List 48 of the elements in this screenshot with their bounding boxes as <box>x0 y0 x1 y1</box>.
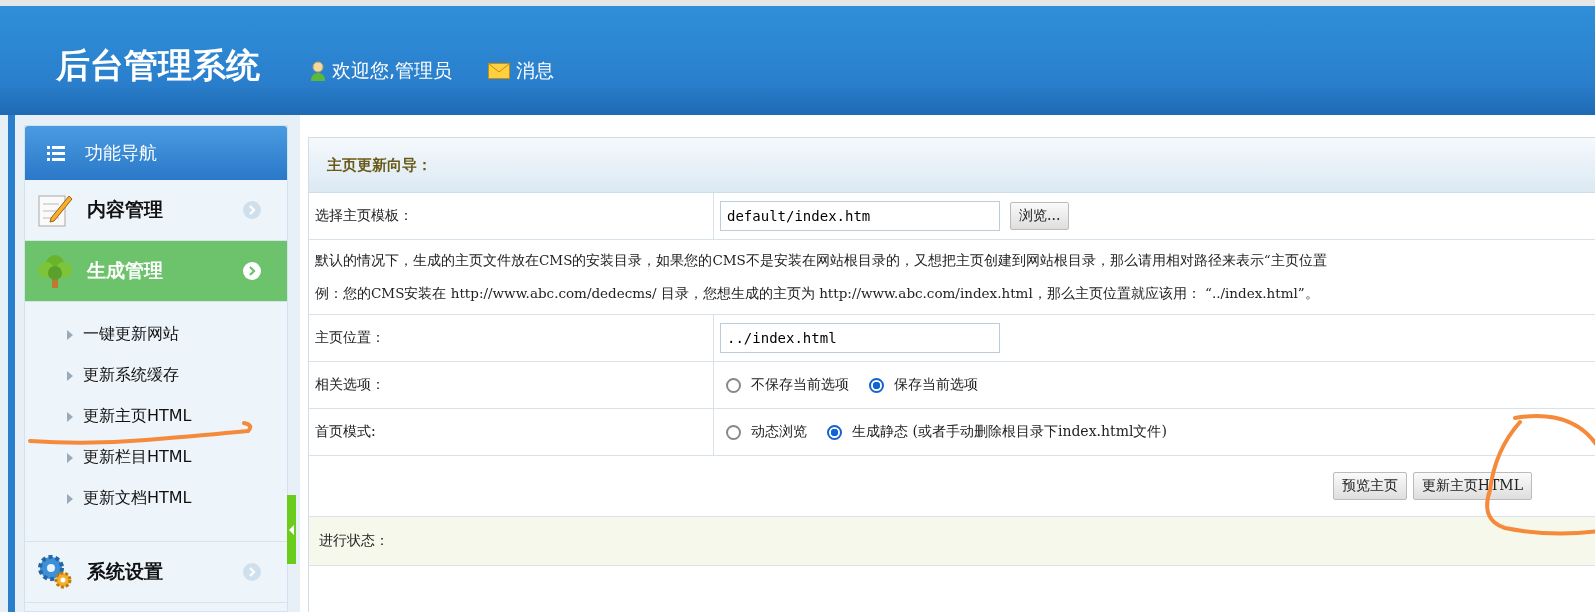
site-title: 后台管理系统 <box>56 43 260 87</box>
radio-option[interactable]: 不保存当前选项 <box>726 376 849 394</box>
messages-link[interactable]: 消息 <box>488 57 555 84</box>
chevron-right-icon <box>243 563 261 581</box>
section-label: 内容管理 <box>87 197 164 222</box>
section-label: 系统设置 <box>87 559 164 584</box>
radio-button[interactable] <box>827 424 842 440</box>
triangle-right-icon <box>67 452 73 463</box>
input-field[interactable]: ../index.html <box>720 323 1000 353</box>
nav-title: 功能导航 <box>85 141 157 165</box>
triangle-right-icon <box>67 411 73 422</box>
sidebar-link[interactable]: 更新系统缓存 <box>67 355 179 396</box>
tree-icon <box>37 253 73 289</box>
sidebar-section[interactable]: 系统设置 <box>25 542 287 603</box>
field-label: 首页模式: <box>309 409 714 455</box>
chevron-right-icon <box>243 201 261 219</box>
welcome-link[interactable]: 欢迎您,管理员 <box>310 57 453 84</box>
panel-title: 主页更新向导： <box>309 138 1595 193</box>
user-icon <box>310 60 326 81</box>
help-text: 默认的情况下，生成的主页文件放在CMS的安装目录，如果您的CMS不是安装在网站根目录的，又想把主页创建到网站根目录，那么请用相对路径来表示“主页位置 <box>315 251 1328 270</box>
field-label: 相关选项： <box>309 362 714 408</box>
input-field[interactable]: default/index.htm <box>720 201 1000 231</box>
status-label: 进行状态： <box>319 532 389 550</box>
triangle-right-icon <box>67 493 73 504</box>
sidebar-link[interactable]: 更新栏目HTML <box>67 437 192 478</box>
list-icon <box>47 145 65 161</box>
field-label: 主页位置： <box>309 315 714 361</box>
field-label: 选择主页模板： <box>309 193 714 239</box>
radio-button[interactable] <box>726 424 741 440</box>
sidebar-link[interactable]: 更新文档HTML <box>67 478 192 519</box>
envelope-icon <box>488 62 511 79</box>
sidebar-link[interactable]: 一键更新网站 <box>67 314 179 355</box>
chevron-right-icon <box>243 262 261 280</box>
gears-icon <box>37 554 73 590</box>
triangle-right-icon <box>67 329 73 340</box>
action-button[interactable]: 预览主页 <box>1332 472 1407 500</box>
radio-option[interactable]: 动态浏览 <box>726 423 807 441</box>
collapse-handle[interactable] <box>287 495 296 564</box>
radio-option[interactable]: 生成静态 (或者手动删除根目录下index.html文件) <box>827 423 1167 441</box>
sidebar-link[interactable]: 更新主页HTML <box>67 396 192 437</box>
triangle-right-icon <box>67 370 73 381</box>
notepad-pencil-icon <box>37 192 73 228</box>
radio-button[interactable] <box>726 377 741 393</box>
radio-option[interactable]: 保存当前选项 <box>869 376 978 394</box>
browse-button[interactable]: 浏览... <box>1010 202 1070 230</box>
radio-button[interactable] <box>869 377 884 393</box>
section-label: 生成管理 <box>87 258 164 283</box>
help-text: 例：您的CMS安装在 http://www.abc.com/dedecms/ 目录，您想生成的主页为 http://www.abc.com/index.html，那么主页位置就应该用： “../index.html”。 <box>315 284 1320 303</box>
